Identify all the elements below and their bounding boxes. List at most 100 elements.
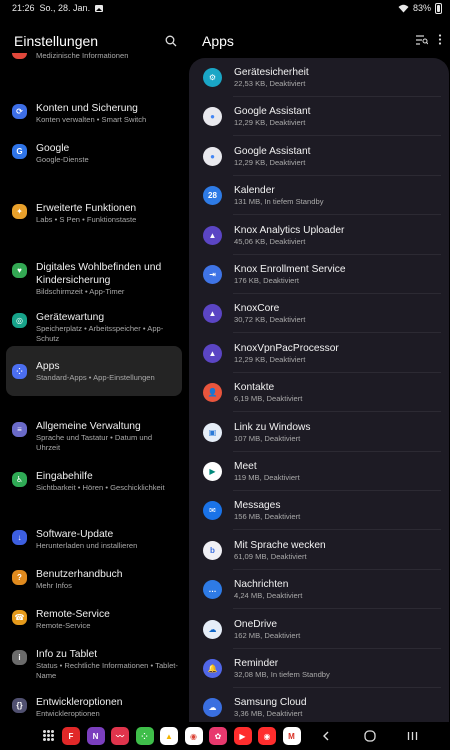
settings-item-apps[interactable]: ⁘ Apps Standard-Apps • App-Einstellungen bbox=[6, 346, 182, 396]
geratewartung-icon: ◎ bbox=[12, 313, 27, 328]
settings-item-remote-service[interactable]: ☎ Remote-Service Remote-Service bbox=[6, 608, 182, 632]
settings-item-konten-und-sicherung[interactable]: ⟳ Konten und Sicherung Konten verwalten • … bbox=[6, 102, 182, 126]
bixby-flower-icon[interactable]: ✿ bbox=[209, 727, 227, 745]
app-meta: 156 MB, Deaktiviert bbox=[234, 512, 301, 522]
app-row-kontakte[interactable]: 👤 Kontakte 6,19 MB, Deaktiviert bbox=[189, 373, 449, 413]
settings-item-subtitle: Speicherplatz • Arbeitsspeicher • App-Sc… bbox=[36, 324, 164, 343]
flipboard-icon[interactable]: F bbox=[62, 727, 80, 745]
app-row-reminder[interactable]: 🔔 Reminder 32,08 MB, In tiefem Standby bbox=[189, 649, 449, 688]
voice-recorder-icon[interactable]: 〰 bbox=[111, 727, 129, 745]
wifi-icon bbox=[398, 4, 409, 12]
entwickleroptionen-icon: {} bbox=[12, 698, 27, 713]
app-row-samsung-cloud[interactable]: ☁ Samsung Cloud 3,36 MB, Deaktiviert bbox=[189, 688, 449, 722]
settings-item-title: Digitales Wohlbefinden und Kindersicheru… bbox=[36, 262, 162, 286]
app-meta: 6,19 MB, Deaktiviert bbox=[234, 394, 303, 404]
app-row-onedrive[interactable]: ☁ OneDrive 162 MB, Deaktiviert bbox=[189, 610, 449, 649]
app-drawer-icon[interactable] bbox=[43, 730, 54, 741]
home-icon[interactable] bbox=[362, 728, 378, 744]
benutzerhandbuch-icon: ? bbox=[12, 570, 27, 585]
gmail-icon[interactable]: M bbox=[282, 727, 301, 745]
app-row-geratesicherheit[interactable]: ⚙ Gerätesicherheit 22,53 KB, Deaktiviert bbox=[189, 58, 449, 97]
app-name: KnoxCore bbox=[234, 303, 280, 315]
app-meta: 61,09 MB, Deaktiviert bbox=[234, 551, 307, 561]
settings-item-subtitle: Labs • S Pen • Funktionstaste bbox=[36, 215, 137, 224]
app-row-nachrichten[interactable]: … Nachrichten 4,24 MB, Deaktiviert bbox=[189, 570, 449, 610]
youtube-icon[interactable]: ▶ bbox=[233, 727, 252, 745]
settings-item-google[interactable]: G Google Google-Dienste bbox=[6, 142, 182, 166]
settings-header: Einstellungen bbox=[14, 32, 180, 50]
app-meta: 32,08 MB, In tiefem Standby bbox=[234, 670, 330, 679]
recent-apps-icon[interactable] bbox=[404, 728, 420, 744]
geratesicherheit-icon: ⚙ bbox=[203, 68, 222, 87]
knox-enrollment-service-icon: ⇥ bbox=[203, 265, 222, 284]
app-row-knox-analytics-uploader[interactable]: ▲ Knox Analytics Uploader 45,06 KB, Deakti… bbox=[189, 216, 449, 255]
app-meta: 45,06 KB, Deaktiviert bbox=[234, 236, 306, 246]
app-meta: 30,72 KB, Deaktiviert bbox=[234, 315, 306, 325]
settings-item-subtitle: Sichtbarkeit • Hören • Geschicklichkeit bbox=[36, 483, 165, 492]
software-update-icon: ↓ bbox=[12, 530, 27, 545]
chrome-icon[interactable]: ◉ bbox=[184, 727, 203, 745]
allgemeine-verwaltung-icon: ≡ bbox=[12, 422, 27, 437]
medical-info-icon bbox=[12, 53, 27, 59]
app-row-knox-enrollment-service[interactable]: ⇥ Knox Enrollment Service 176 KB, Deaktivi… bbox=[189, 255, 449, 294]
digitales-wohlbefinden-und-kindersicherung-icon: ♥ bbox=[12, 263, 27, 278]
onenote-icon[interactable]: N bbox=[86, 727, 105, 745]
search-icon[interactable] bbox=[162, 32, 180, 50]
settings-item-title: Eingabehilfe bbox=[36, 471, 93, 482]
app-meta: 12,29 KB, Deaktiviert bbox=[234, 354, 306, 364]
onedrive-icon: ☁ bbox=[203, 619, 222, 639]
apps-header: Apps bbox=[202, 32, 442, 50]
app-row-knoxvpnpacprocessor[interactable]: ▲ KnoxVpnPacProcessor 12,29 KB, Deaktivier… bbox=[189, 334, 449, 373]
settings-item-allgemeine-verwaltung[interactable]: ≡ Allgemeine Verwaltung Sprache und Tastat… bbox=[6, 420, 182, 456]
youtube-music-icon[interactable]: ◉ bbox=[258, 727, 276, 745]
app-name: Google Assistant bbox=[234, 106, 311, 118]
settings-item-partial[interactable]: Medizinische Informationen bbox=[12, 49, 182, 63]
apps-pane: Apps ⚙ Gerätesicherheit 22,53 KB, Deaktivi… bbox=[188, 16, 450, 722]
google-assistant-icon: ● bbox=[203, 146, 222, 166]
settings-item-subtitle: Mehr Infos bbox=[36, 581, 72, 590]
app-name: Gerätesicherheit bbox=[234, 67, 309, 78]
settings-item-geratewartung[interactable]: ◎ Gerätewartung Speicherplatz • Arbeitsspe… bbox=[6, 311, 182, 347]
apps-icon: ⁘ bbox=[12, 363, 27, 379]
kalender-icon: 28 bbox=[203, 186, 222, 206]
app-row-meet[interactable]: ▶ Meet 119 MB, Deaktiviert bbox=[189, 452, 449, 491]
settings-menu-pane: Einstellungen Medizinische Informationen… bbox=[0, 16, 188, 722]
settings-item-title: Google bbox=[36, 143, 70, 154]
settings-item-title: Software-Update bbox=[36, 529, 114, 540]
messages-icon: ✉ bbox=[203, 501, 222, 521]
settings-item-subtitle: Standard-Apps • App-Einstellungen bbox=[36, 372, 155, 382]
settings-item-erweiterte-funktionen[interactable]: ✦ Erweiterte Funktionen Labs • S Pen • Fun… bbox=[6, 202, 182, 226]
settings-item-partial-sub: Medizinische Informationen bbox=[36, 51, 129, 60]
app-row-google-assistant[interactable]: ● Google Assistant 12,29 KB, Deaktiviert bbox=[189, 97, 449, 137]
screenshot-notification-icon bbox=[95, 4, 104, 12]
settings-item-title: Gerätewartung bbox=[36, 312, 105, 323]
samsung-cloud-icon: ☁ bbox=[203, 698, 222, 718]
settings-item-subtitle: Bildschirmzeit • App-Timer bbox=[36, 287, 125, 296]
app-name: Link zu Windows bbox=[234, 421, 311, 433]
more-options-icon[interactable] bbox=[438, 32, 442, 50]
app-meta: 12,29 KB, Deaktiviert bbox=[234, 157, 306, 167]
back-icon[interactable] bbox=[318, 728, 334, 744]
app-row-mit-sprache-wecken[interactable]: b Mit Sprache wecken 61,09 MB, Deaktiviert bbox=[189, 531, 449, 570]
app-row-knoxcore[interactable]: ▲ KnoxCore 30,72 KB, Deaktiviert bbox=[189, 294, 449, 334]
konten-und-sicherung-icon: ⟳ bbox=[12, 104, 27, 119]
settings-item-entwickleroptionen[interactable]: {} Entwickleroptionen Entwickleroptionen bbox=[6, 696, 182, 720]
settings-item-benutzerhandbuch[interactable]: ? Benutzerhandbuch Mehr Infos bbox=[6, 568, 182, 592]
app-row-google-assistant[interactable]: ● Google Assistant 12,29 KB, Deaktiviert bbox=[189, 137, 449, 176]
erweiterte-funktionen-icon: ✦ bbox=[12, 204, 27, 219]
settings-item-subtitle: Sprache und Tastatur • Datum und Uhrzeit bbox=[36, 433, 153, 452]
app-row-messages[interactable]: ✉ Messages 156 MB, Deaktiviert bbox=[189, 491, 449, 531]
settings-item-eingabehilfe[interactable]: ♿ Eingabehilfe Sichtbarkeit • Hören • Gesc… bbox=[6, 470, 182, 494]
filter-sort-icon[interactable] bbox=[416, 32, 429, 50]
app-name: Nachrichten bbox=[234, 579, 289, 591]
settings-item-info-zu-tablet[interactable]: i Info zu Tablet Status • Rechtliche Infor… bbox=[6, 648, 182, 684]
app-meta: 176 KB, Deaktiviert bbox=[234, 276, 299, 285]
game-launcher-icon[interactable]: ⁘ bbox=[135, 727, 154, 745]
app-row-link-zu-windows[interactable]: ▣ Link zu Windows 107 MB, Deaktiviert bbox=[189, 413, 449, 452]
app-name: Knox Analytics Uploader bbox=[234, 224, 345, 236]
settings-item-software-update[interactable]: ↓ Software-Update Herunterladen und instal… bbox=[6, 528, 182, 552]
settings-item-digitales-wohlbefinden-und-kindersicherung[interactable]: ♥ Digitales Wohlbefinden und Kindersicher… bbox=[6, 261, 182, 297]
google-drive-icon[interactable]: ▲ bbox=[160, 727, 178, 745]
settings-item-title: Info zu Tablet bbox=[36, 649, 98, 660]
app-row-kalender[interactable]: 28 Kalender 131 MB, In tiefem Standby bbox=[189, 176, 449, 216]
